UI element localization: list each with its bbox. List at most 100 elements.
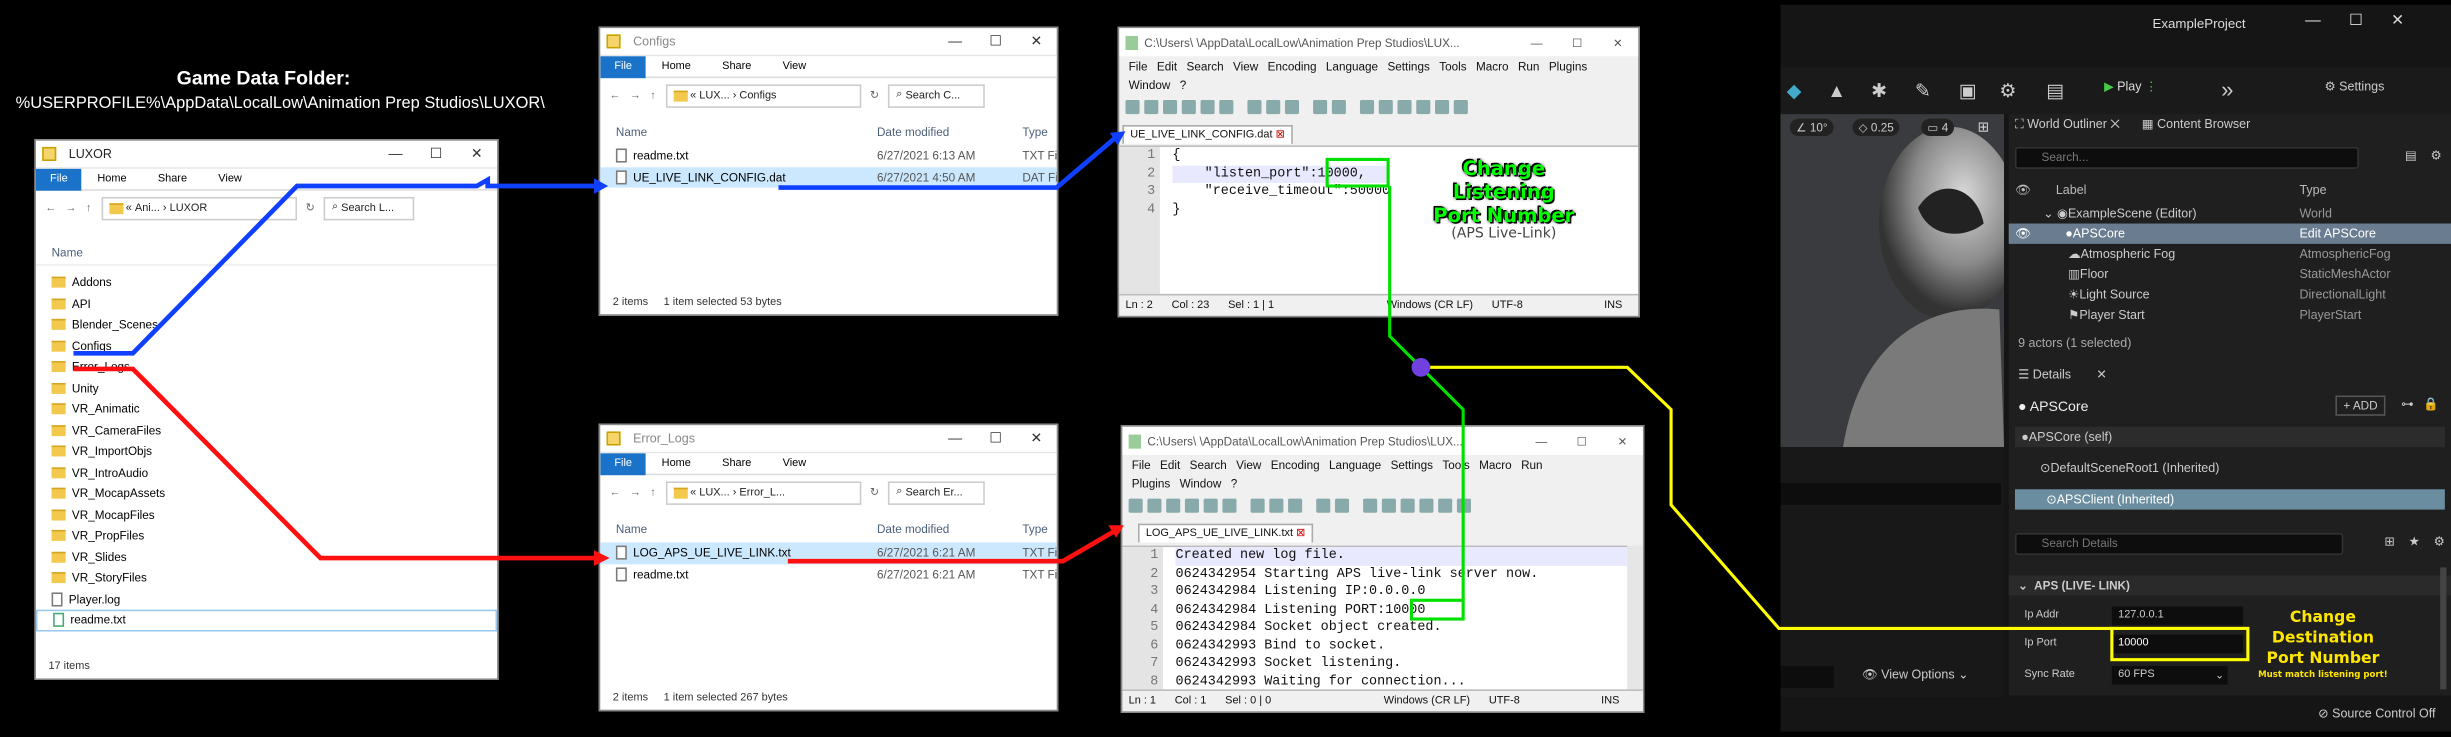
add-component-button[interactable]: + ADD — [2335, 395, 2386, 416]
component-row[interactable]: ⊙ DefaultSceneRoot1 (Inherited) — [2009, 458, 2451, 478]
viewport[interactable]: ∠ 10° ◇ 0.25 ▭ 4 ⊞ — [1780, 114, 2020, 448]
paint-icon[interactable]: ✎ — [1915, 80, 1931, 102]
outliner-row[interactable]: ⌄ ◉ ExampleScene (Editor) World — [2009, 203, 2451, 223]
menu-plugins[interactable]: Plugins — [1549, 59, 1587, 73]
column-name[interactable]: Name — [616, 521, 647, 535]
select-icon[interactable]: ◆ — [1787, 80, 1801, 102]
menu-run[interactable]: Run — [1521, 457, 1543, 471]
menu-window[interactable]: Window — [1129, 77, 1171, 91]
viewport-scale[interactable]: ◇ 0.25 — [1852, 118, 1901, 136]
table-row[interactable]: LOG_APS_UE_LIVE_LINK.txt 6/27/2021 6:21 A… — [600, 542, 1057, 564]
maximize-button[interactable]: ☐ — [975, 430, 1016, 447]
details-search[interactable]: Search Details — [2014, 533, 2344, 555]
menu-search[interactable]: Search — [1190, 457, 1227, 471]
minimize-button[interactable]: — — [935, 33, 976, 50]
refresh-icon[interactable]: ↻ — [870, 89, 879, 102]
maximize-button[interactable]: ☐ — [975, 33, 1016, 50]
outliner-search[interactable]: Search... — [2014, 146, 2359, 169]
ip-addr-input[interactable]: 127.0.0.1 — [2111, 605, 2244, 625]
menu-tools[interactable]: Tools — [1439, 59, 1466, 73]
editor-area[interactable]: 12345678 Created new log file. 062434295… — [1122, 545, 1628, 690]
menu-language[interactable]: Language — [1326, 59, 1378, 73]
category-header[interactable]: ⌄ APS (LIVE- LINK) — [2008, 575, 2451, 596]
modes-icon[interactable]: ▣ — [1959, 80, 1977, 102]
column-name[interactable]: Name — [616, 124, 647, 138]
refresh-icon[interactable]: ↻ — [870, 486, 879, 499]
search-input[interactable]: ⌕ Search Er... — [888, 480, 986, 505]
ip-port-input[interactable]: 10000 — [2111, 633, 2244, 653]
settings-button[interactable]: ⚙ Settings — [2324, 80, 2384, 94]
ribbon-home[interactable]: Home — [646, 458, 706, 469]
menu-help[interactable]: ? — [1180, 77, 1187, 91]
outliner-row[interactable]: 👁 ● APSCore Edit APSCore — [2008, 223, 2451, 244]
table-row[interactable]: UE_LIVE_LINK_CONFIG.dat 6/27/2021 4:50 AM… — [600, 166, 1057, 188]
forward-icon[interactable]: → — [630, 90, 641, 101]
list-item[interactable]: API — [36, 293, 497, 314]
up-icon[interactable]: ↑ — [86, 202, 91, 213]
list-item[interactable]: readme.txt — [35, 609, 498, 631]
list-item[interactable]: Configs — [36, 335, 497, 356]
column-date[interactable]: Date modified — [877, 124, 949, 138]
menu-view[interactable]: View — [1233, 59, 1258, 73]
menu-file[interactable]: File — [1132, 457, 1151, 471]
skip-icon[interactable]: » — [2221, 77, 2233, 102]
up-icon[interactable]: ↑ — [650, 487, 655, 498]
viewport-camera[interactable]: ▭ 4 — [1921, 118, 1955, 136]
list-item[interactable]: VR_PropFiles — [36, 525, 497, 546]
ribbon-home[interactable]: Home — [82, 174, 142, 185]
star-icon[interactable]: ★ — [2409, 535, 2420, 549]
tab-world-outliner[interactable]: ⛶ World Outliner ✕ — [2015, 117, 2120, 133]
table-row[interactable]: readme.txt6/27/2021 6:13 AMTXT File — [600, 145, 1057, 166]
list-item[interactable]: VR_Slides — [36, 546, 497, 567]
list-item[interactable]: VR_ImportObjs — [36, 441, 497, 462]
menu-macro[interactable]: Macro — [1476, 59, 1509, 73]
menu-file[interactable]: File — [1129, 59, 1148, 73]
back-icon[interactable]: ← — [610, 90, 621, 101]
source-control-button[interactable]: ⊘ Source Control Off — [2318, 707, 2435, 721]
ribbon-file[interactable]: File — [35, 168, 82, 190]
ribbon-share[interactable]: Share — [707, 458, 767, 469]
list-item[interactable]: VR_MocapAssets — [36, 483, 497, 504]
menu-encoding[interactable]: Encoding — [1271, 457, 1320, 471]
lock-icon[interactable]: 🔒 — [2423, 397, 2439, 411]
list-item[interactable]: Addons — [36, 272, 497, 293]
minimize-button[interactable]: — — [1516, 35, 1557, 49]
ribbon-file[interactable]: File — [600, 55, 647, 78]
maximize-button[interactable]: ☐ — [1557, 35, 1598, 49]
menu-language[interactable]: Language — [1329, 457, 1381, 471]
cinematics-icon[interactable]: ▤ — [2046, 80, 2064, 102]
back-icon[interactable]: ← — [610, 487, 621, 498]
close-button[interactable]: ✕ — [1602, 434, 1643, 448]
component-row[interactable]: ● APSCore (self) — [2014, 426, 2445, 448]
menu-window[interactable]: Window — [1180, 476, 1222, 490]
foliage-icon[interactable]: ✱ — [1871, 80, 1887, 102]
address-input[interactable]: « LUX... › Configs — [665, 83, 861, 108]
ribbon-share[interactable]: Share — [142, 174, 202, 185]
address-input[interactable]: « Ani... › LUXOR — [100, 196, 297, 220]
list-item[interactable]: Error_Logs — [36, 356, 497, 377]
scrollbar[interactable] — [2440, 567, 2447, 690]
outliner-row[interactable]: ☁ Atmospheric Fog AtmosphericFog — [2009, 244, 2451, 264]
close-button[interactable]: ✕ — [1598, 35, 1639, 49]
menu-settings[interactable]: Settings — [1391, 457, 1433, 471]
tab-details[interactable]: ☰ Details ✕ — [2018, 367, 2107, 381]
ribbon-view[interactable]: View — [767, 458, 822, 469]
component-row[interactable]: ⊙ APSClient (Inherited) — [2014, 489, 2445, 510]
menu-search[interactable]: Search — [1187, 59, 1224, 73]
filter-input[interactable] — [1780, 483, 2001, 505]
ribbon-view[interactable]: View — [767, 61, 822, 72]
menu-encoding[interactable]: Encoding — [1268, 59, 1317, 73]
forward-icon[interactable]: → — [66, 202, 77, 213]
window-controls[interactable]: —☐✕ — [2305, 13, 2432, 30]
path-input[interactable] — [1780, 665, 1834, 688]
address-input[interactable]: « LUX... › Error_L... — [665, 480, 861, 505]
ribbon-home[interactable]: Home — [646, 61, 706, 72]
file-tab[interactable]: UE_LIVE_LINK_CONFIG.dat ⊠ — [1122, 125, 1293, 144]
menu-edit[interactable]: Edit — [1160, 457, 1180, 471]
list-item[interactable]: VR_MocapFiles — [36, 504, 497, 525]
close-button[interactable]: ✕ — [1016, 33, 1057, 50]
maximize-button[interactable]: ☐ — [1562, 434, 1603, 448]
menu-view[interactable]: View — [1236, 457, 1261, 471]
scrollbar[interactable] — [1627, 545, 1643, 690]
search-input[interactable]: ⌕ Search C... — [888, 83, 986, 108]
